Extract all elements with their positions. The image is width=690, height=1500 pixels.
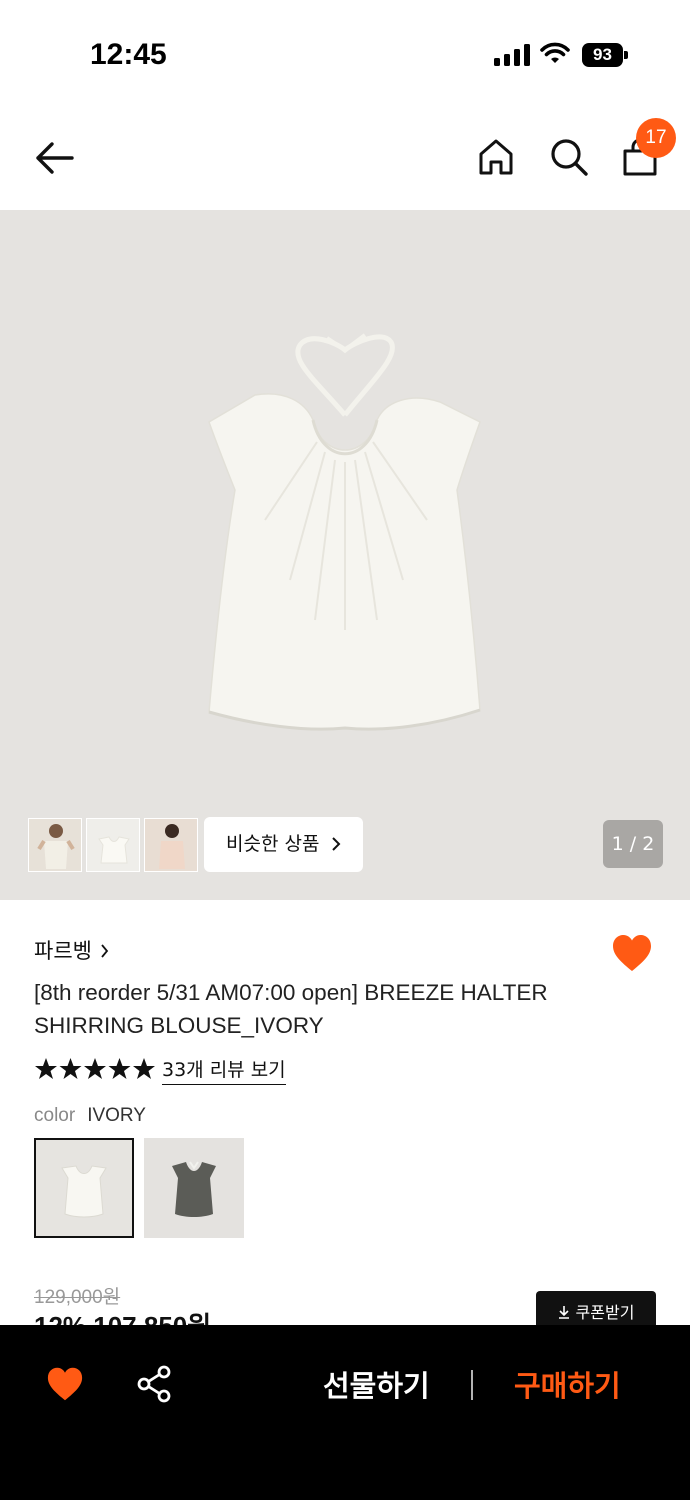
buy-button[interactable]: 구매하기: [514, 1363, 621, 1405]
color-label: color: [34, 1105, 76, 1126]
status-bar: 12:45 93: [0, 0, 690, 110]
color-selector-label: color IVORY: [34, 1105, 146, 1127]
color-swatch-charcoal[interactable]: [144, 1138, 244, 1238]
wishlist-heart-icon[interactable]: [46, 1366, 84, 1402]
brand-link[interactable]: 파르벵: [34, 935, 109, 965]
similar-products-label: 비슷한 상품: [226, 833, 320, 855]
brand-name: 파르벵: [34, 939, 92, 963]
home-icon[interactable]: [476, 136, 516, 178]
image-page-counter: 1 / 2: [603, 820, 663, 868]
cart-count-badge: 17: [636, 118, 676, 158]
wifi-icon: [540, 42, 570, 63]
original-price: 129,000원: [34, 1287, 121, 1308]
thumbnail-product-flat[interactable]: [86, 818, 140, 872]
top-nav-bar: [0, 110, 690, 210]
battery-icon: 93: [582, 43, 628, 67]
similar-products-button[interactable]: 비슷한 상품: [204, 817, 363, 872]
product-photo: [208, 333, 481, 731]
product-image-gallery[interactable]: 비슷한 상품 1 / 2: [0, 210, 690, 900]
wishlist-heart-icon[interactable]: [611, 933, 653, 973]
battery-level: 93: [582, 43, 623, 67]
product-title: [8th reorder 5/31 AM07:00 open] BREEZE H…: [34, 980, 548, 1038]
gift-button[interactable]: 선물하기: [323, 1363, 430, 1405]
back-arrow-icon[interactable]: [32, 138, 78, 178]
chevron-right-icon: [332, 837, 341, 851]
action-divider: [471, 1370, 473, 1400]
share-icon[interactable]: [136, 1365, 172, 1403]
status-time: 12:45: [90, 38, 167, 71]
download-icon: [558, 1306, 569, 1319]
color-value: IVORY: [87, 1105, 146, 1126]
sale-price: 12% 107,850원: [34, 1312, 211, 1326]
thumbnail-model-front[interactable]: [28, 818, 82, 872]
search-icon[interactable]: [548, 136, 590, 178]
bottom-action-bar: 선물하기 구매하기: [0, 1325, 690, 1500]
coupon-label: 쿠폰받기: [575, 1303, 635, 1322]
color-swatch-ivory[interactable]: [34, 1138, 134, 1238]
five-star-rating-icon: [35, 1058, 155, 1079]
thumbnail-model-back[interactable]: [144, 818, 198, 872]
cellular-signal-icon: [494, 44, 530, 66]
chevron-right-icon: [101, 944, 109, 958]
reviews-link[interactable]: 33개 리뷰 보기: [162, 1055, 286, 1085]
